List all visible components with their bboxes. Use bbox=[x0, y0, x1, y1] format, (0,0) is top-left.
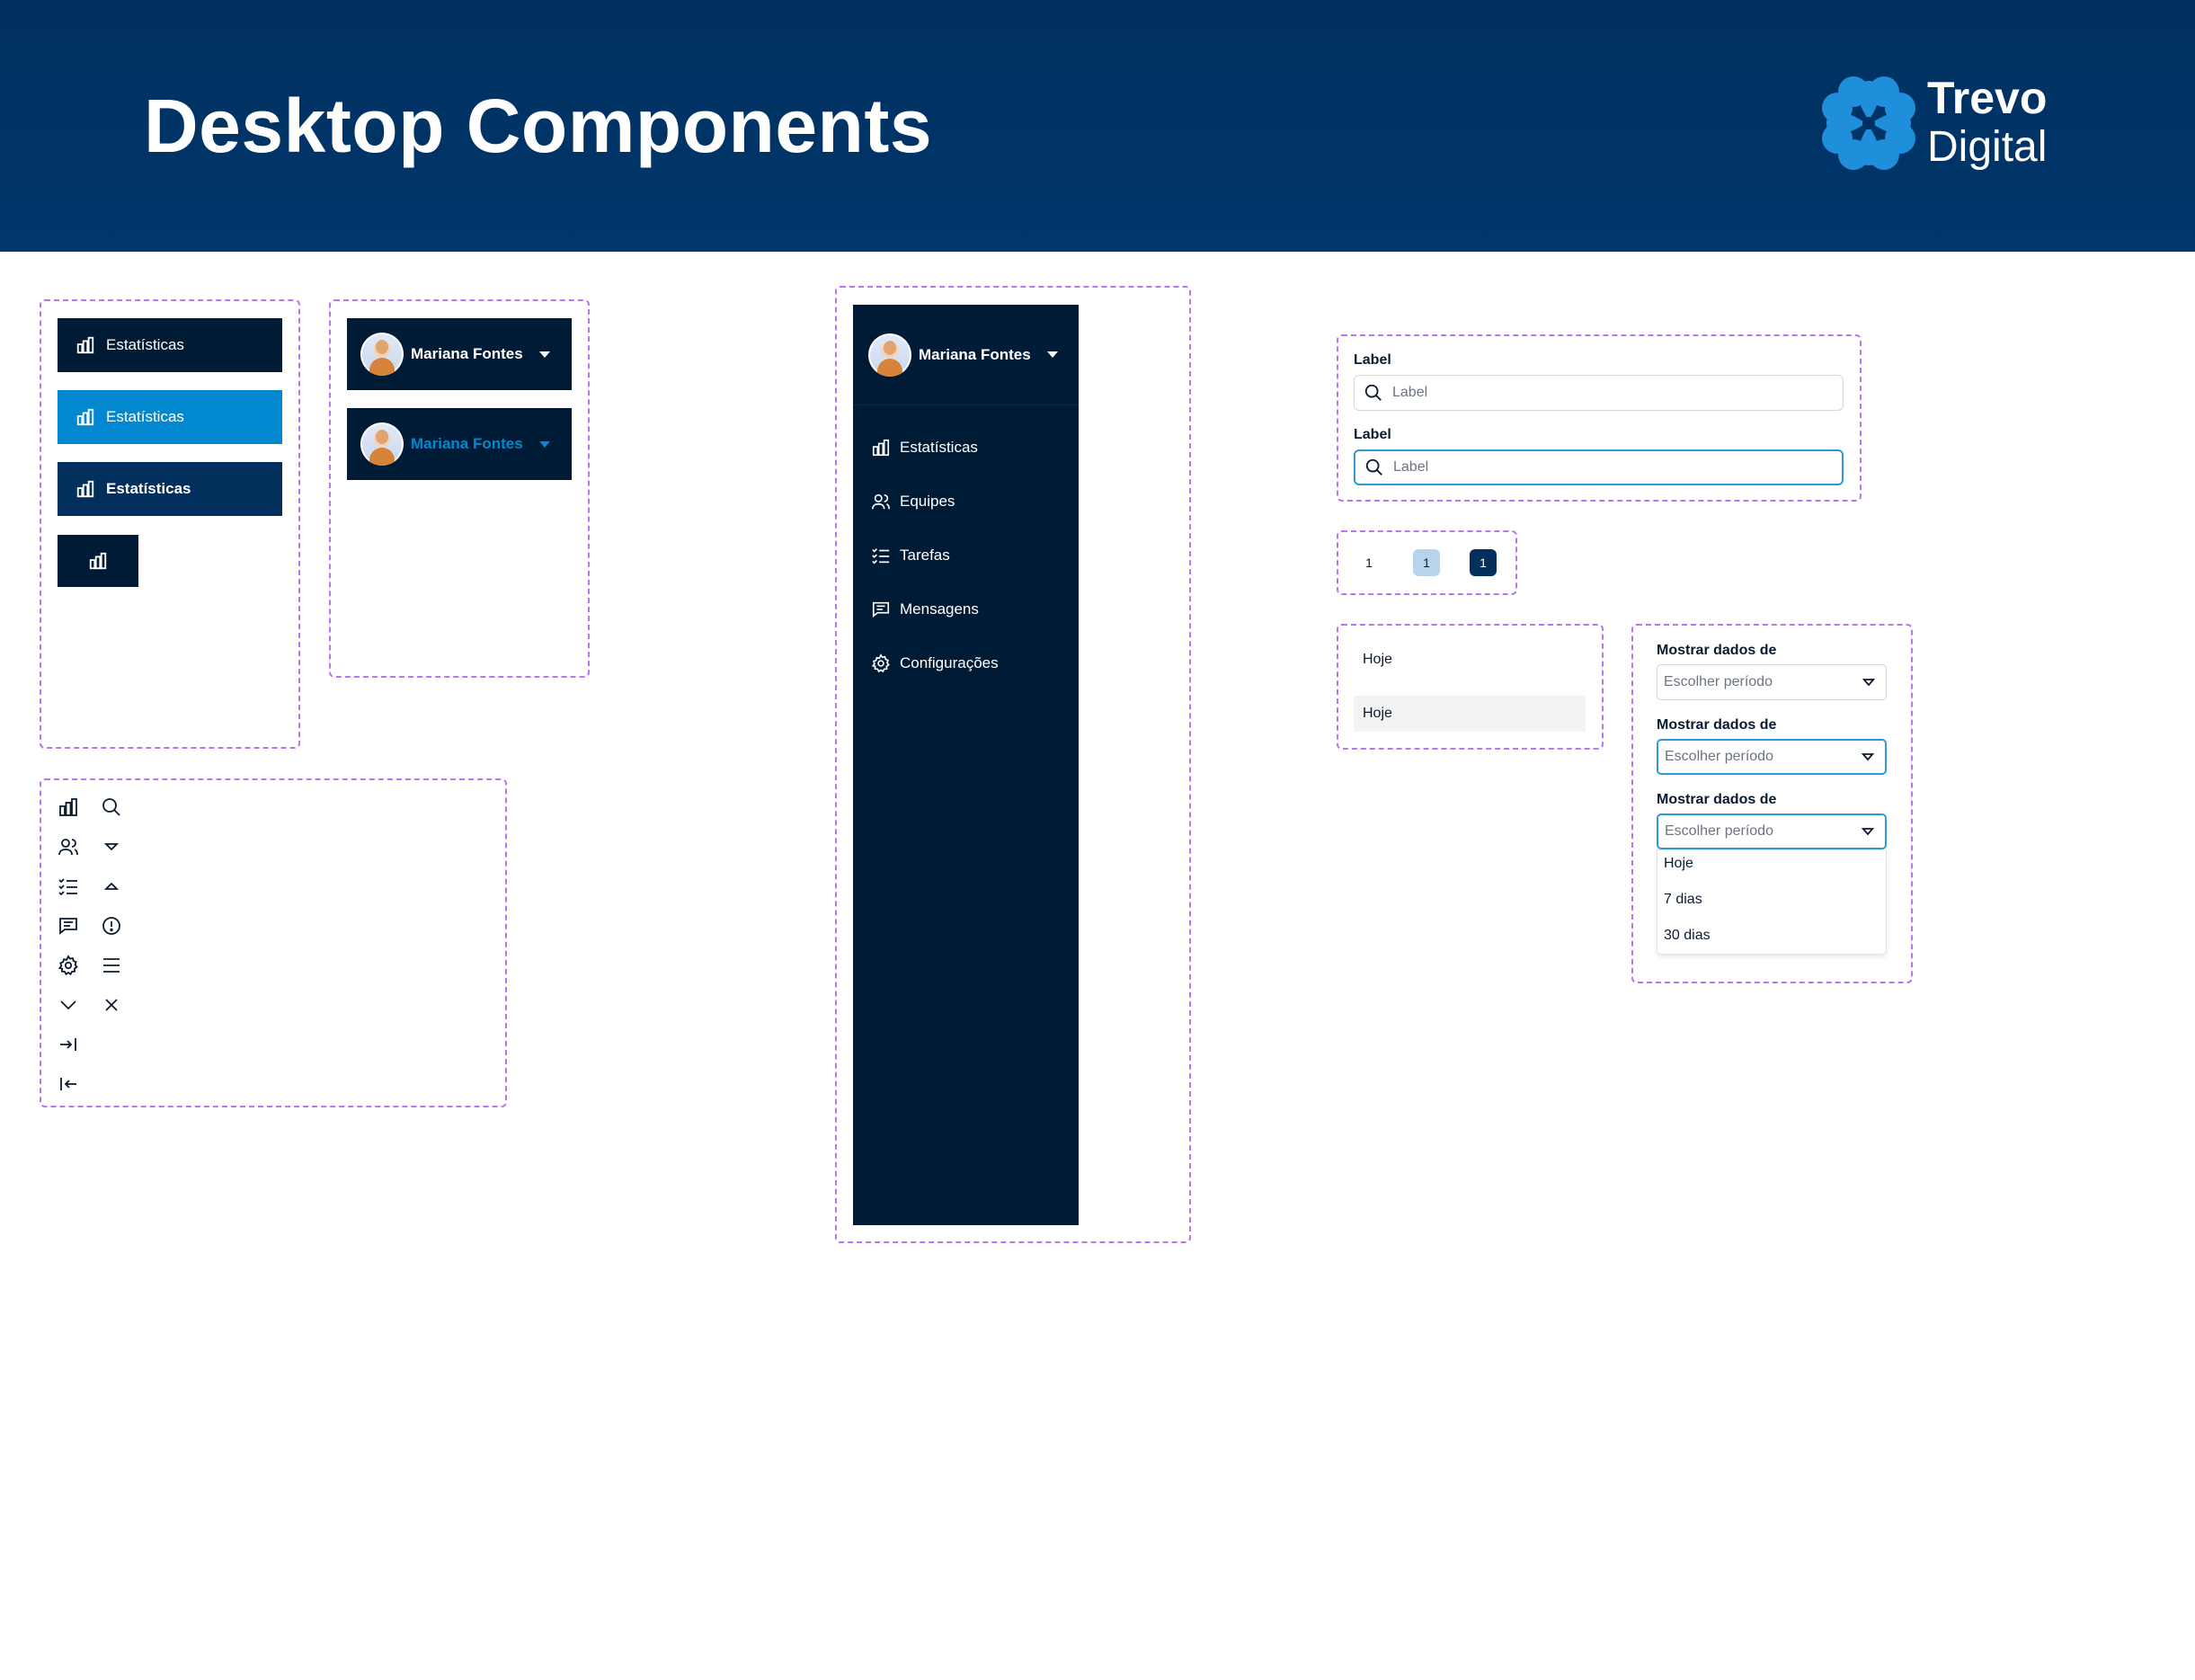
caret-down-icon bbox=[538, 351, 550, 358]
search-label: Label bbox=[1354, 427, 1391, 442]
sidebar-item-label: Equipes bbox=[900, 493, 955, 510]
search-input[interactable]: Label bbox=[1354, 375, 1844, 411]
sidebar-item-configuracoes[interactable]: Configurações bbox=[871, 653, 999, 673]
period-select[interactable]: Escolher período bbox=[1657, 664, 1887, 700]
sidebar-user-menu[interactable]: Mariana Fontes bbox=[853, 305, 1079, 405]
dropdown-option[interactable]: Hoje bbox=[1664, 856, 1693, 872]
list-option[interactable]: Hoje bbox=[1354, 642, 1586, 678]
user-menu-button-default[interactable]: Mariana Fontes bbox=[347, 318, 572, 390]
select-label: Mostrar dados de bbox=[1657, 717, 1777, 733]
users-icon bbox=[58, 839, 78, 856]
search-label: Label bbox=[1354, 352, 1391, 368]
search-icon bbox=[102, 798, 120, 816]
nav-button-label: Estatísticas bbox=[106, 480, 191, 497]
nav-button-label: Estatísticas bbox=[106, 408, 184, 425]
period-select-open[interactable]: Escolher período bbox=[1657, 813, 1887, 849]
user-name: Mariana Fontes bbox=[919, 345, 1031, 363]
select-placeholder: Escolher período bbox=[1664, 674, 1773, 689]
select-placeholder: Escolher período bbox=[1665, 749, 1773, 764]
period-dropdown-menu: Hoje 7 dias 30 dias bbox=[1657, 849, 1887, 955]
nav-button-hover[interactable]: Estatísticas bbox=[58, 390, 282, 444]
icon-set-frame bbox=[40, 778, 507, 1107]
alert-circle-icon bbox=[102, 917, 120, 935]
bar-chart-icon bbox=[872, 439, 890, 457]
clover-logo-icon bbox=[1819, 74, 1918, 173]
message-icon bbox=[872, 601, 890, 618]
sidebar-item-equipes[interactable]: Equipes bbox=[871, 492, 955, 511]
sidebar-item-label: Mensagens bbox=[900, 600, 979, 618]
nav-button-label: Estatísticas bbox=[106, 336, 184, 353]
user-name: Mariana Fontes bbox=[411, 345, 523, 362]
brand-subtitle: Digital bbox=[1927, 123, 2048, 171]
caret-down-icon bbox=[1862, 679, 1876, 687]
sidebar-item-tarefas[interactable]: Tarefas bbox=[871, 546, 950, 565]
gear-icon bbox=[58, 955, 78, 976]
bar-chart-icon bbox=[76, 336, 94, 354]
avatar bbox=[360, 422, 404, 466]
collapse-sidebar-icon bbox=[60, 1078, 76, 1090]
caret-down-icon bbox=[1046, 351, 1058, 358]
user-name: Mariana Fontes bbox=[411, 435, 523, 452]
select-label: Mostrar dados de bbox=[1657, 792, 1777, 807]
search-icon bbox=[1365, 458, 1382, 476]
close-icon bbox=[105, 999, 118, 1011]
checklist-icon bbox=[58, 878, 77, 896]
page-title: Desktop Components bbox=[144, 84, 933, 168]
caret-down-icon bbox=[538, 440, 550, 448]
sidebar-item-estatisticas[interactable]: Estatísticas bbox=[871, 438, 978, 458]
nav-button-default[interactable]: Estatísticas bbox=[58, 318, 282, 372]
bar-chart-icon bbox=[76, 480, 94, 498]
message-icon bbox=[59, 918, 77, 935]
page-button-active[interactable]: 1 bbox=[1470, 549, 1497, 576]
expand-sidebar-icon bbox=[60, 1038, 76, 1051]
select-label: Mostrar dados de bbox=[1657, 643, 1777, 658]
sidebar-item-label: Tarefas bbox=[900, 547, 950, 564]
dropdown-option[interactable]: 7 dias bbox=[1664, 892, 1702, 908]
sidebar-item-label: Configurações bbox=[900, 654, 999, 671]
checklist-icon bbox=[872, 548, 890, 564]
sidebar: Mariana Fontes Estatísticas Equipes Tare… bbox=[853, 305, 1079, 1225]
search-placeholder: Label bbox=[1392, 385, 1428, 400]
users-icon bbox=[872, 493, 890, 510]
search-icon bbox=[1364, 384, 1382, 401]
sidebar-item-label: Estatísticas bbox=[900, 439, 978, 456]
avatar bbox=[360, 333, 404, 376]
chevron-down-icon bbox=[60, 1000, 76, 1010]
caret-down-icon bbox=[103, 843, 120, 851]
brand-name: Trevo bbox=[1927, 73, 2048, 123]
select-placeholder: Escolher período bbox=[1665, 823, 1773, 839]
user-menu-button-hover[interactable]: Mariana Fontes bbox=[347, 408, 572, 480]
sidebar-item-mensagens[interactable]: Mensagens bbox=[871, 600, 979, 619]
list-option-hover[interactable]: Hoje bbox=[1354, 696, 1586, 732]
nav-button-active[interactable]: Estatísticas bbox=[58, 462, 282, 516]
search-input-focused[interactable]: Label bbox=[1354, 449, 1844, 485]
page-button[interactable]: 1 bbox=[1355, 549, 1382, 576]
dropdown-option[interactable]: 30 dias bbox=[1664, 928, 1711, 944]
menu-icon bbox=[103, 958, 120, 973]
bar-chart-icon bbox=[59, 798, 77, 816]
period-select-focused[interactable]: Escolher período bbox=[1657, 739, 1887, 775]
caret-down-icon bbox=[1861, 753, 1875, 761]
gear-icon bbox=[871, 653, 890, 673]
page-button-hover[interactable]: 1 bbox=[1413, 549, 1440, 576]
bar-chart-icon bbox=[89, 552, 107, 570]
caret-down-icon bbox=[1861, 828, 1875, 836]
nav-button-collapsed[interactable] bbox=[58, 535, 138, 587]
avatar bbox=[868, 333, 911, 377]
search-placeholder: Label bbox=[1393, 459, 1429, 475]
bar-chart-icon bbox=[76, 408, 94, 426]
caret-up-icon bbox=[103, 882, 120, 890]
